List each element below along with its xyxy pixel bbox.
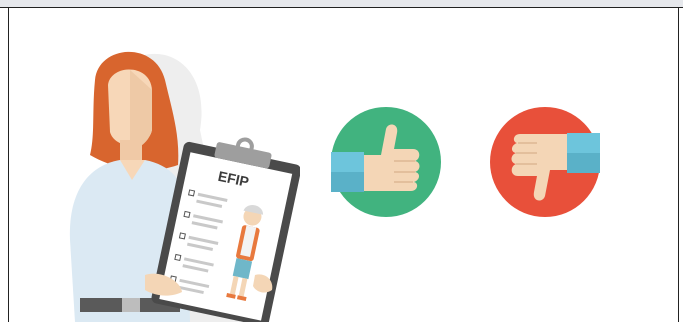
content-frame: EFIP	[0, 0, 683, 322]
thumbs-up-icon[interactable]	[331, 107, 441, 217]
doctor-clipboard-illustration: EFIP	[69, 51, 300, 322]
right-border	[678, 7, 679, 322]
thumbs-down-icon[interactable]	[490, 107, 600, 217]
left-border	[8, 7, 9, 322]
top-bar	[0, 0, 683, 8]
